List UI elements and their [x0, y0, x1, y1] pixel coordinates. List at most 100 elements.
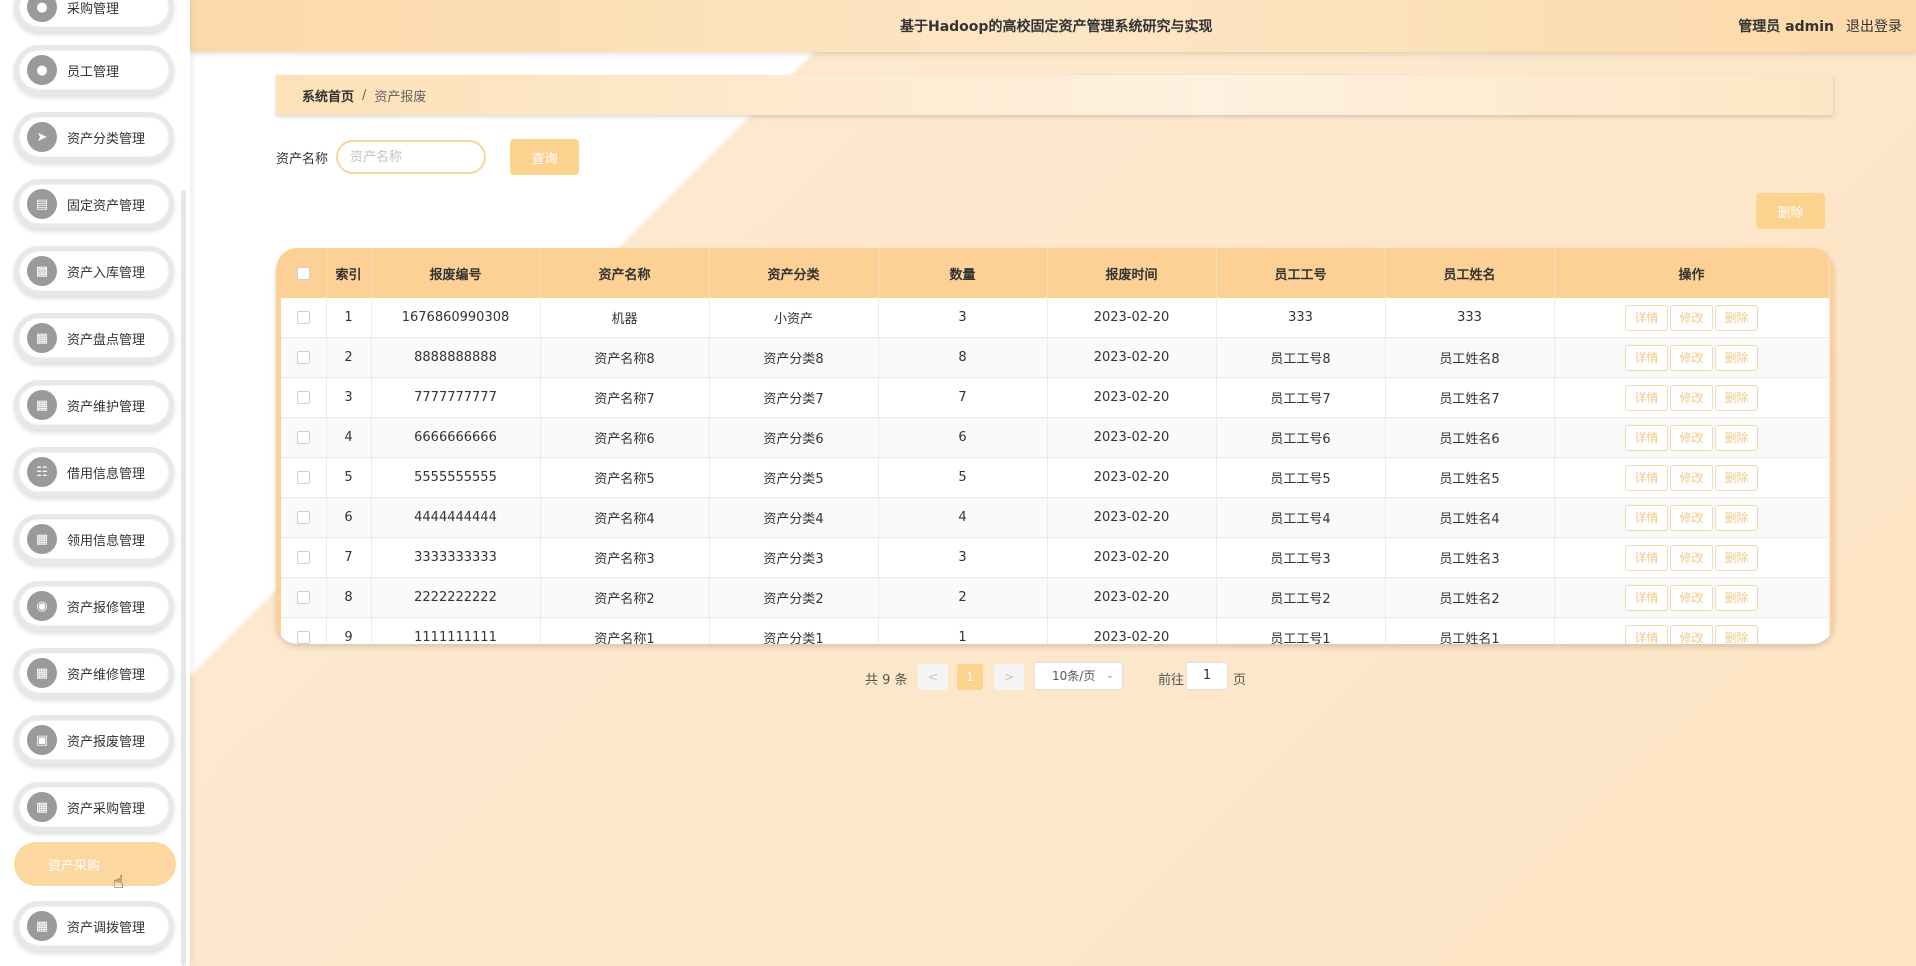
- sidebar-item[interactable]: ▩ 资产入库管理: [14, 246, 174, 296]
- sidebar-item[interactable]: ▦ 资产维护管理: [14, 380, 174, 430]
- table-cell: 资产名称7: [540, 377, 710, 418]
- sidebar-item[interactable]: ▦ 资产调拨管理: [14, 901, 174, 951]
- row-checkbox[interactable]: [296, 591, 310, 604]
- sidebar-scrollbar[interactable]: [181, 190, 186, 966]
- column-header: 员工工号: [1216, 248, 1386, 298]
- sidebar-item-label: 资产报废管理: [67, 734, 146, 750]
- breadcrumb: 系统首页 / 资产报废: [276, 75, 1833, 115]
- sidebar-item[interactable]: ◉ 资产报修管理: [14, 581, 174, 631]
- edit-button[interactable]: 修改: [1670, 544, 1713, 571]
- row-checkbox[interactable]: [296, 631, 310, 644]
- delete-button[interactable]: 删除: [1715, 624, 1758, 644]
- table-cell: 员工姓名7: [1385, 377, 1555, 418]
- sidebar-item[interactable]: ▦ 资产采购管理: [14, 782, 174, 832]
- table-cell: 1: [326, 298, 372, 338]
- query-button[interactable]: 查询: [510, 139, 579, 175]
- grid-icon: ▦: [27, 524, 57, 554]
- book-icon: ▣: [27, 725, 57, 755]
- pagination-next-button[interactable]: >: [994, 664, 1024, 690]
- sidebar-item[interactable]: ● 采购管理: [14, 0, 174, 32]
- breadcrumb-current: 资产报废: [374, 89, 427, 105]
- edit-button[interactable]: 修改: [1670, 624, 1713, 644]
- delete-button[interactable]: 删除: [1715, 344, 1758, 371]
- logout-link[interactable]: 退出登录: [1846, 16, 1902, 36]
- row-checkbox[interactable]: [296, 391, 310, 404]
- detail-button[interactable]: 详情: [1625, 464, 1668, 491]
- table-cell: 7: [878, 377, 1048, 418]
- row-checkbox[interactable]: [296, 551, 310, 564]
- pagination-jump-input[interactable]: 1: [1186, 662, 1228, 690]
- table-cell: 3333333333: [371, 537, 541, 578]
- delete-button[interactable]: 删除: [1715, 584, 1758, 611]
- batch-delete-button[interactable]: 删除: [1756, 193, 1825, 229]
- sidebar-item[interactable]: ▦ 领用信息管理: [14, 514, 174, 564]
- row-select-cell: [281, 537, 327, 578]
- sidebar-item-label: 员工管理: [67, 64, 120, 80]
- breadcrumb-home[interactable]: 系统首页: [302, 86, 354, 105]
- table-cell: 333: [1385, 298, 1555, 338]
- select-all-checkbox[interactable]: [296, 266, 310, 280]
- sidebar-item[interactable]: ▣ 资产报废管理: [14, 715, 174, 765]
- row-checkbox[interactable]: [296, 431, 310, 444]
- edit-button[interactable]: 修改: [1670, 584, 1713, 611]
- delete-button[interactable]: 删除: [1715, 304, 1758, 331]
- delete-button[interactable]: 删除: [1715, 424, 1758, 451]
- pagination-prev-button[interactable]: <: [918, 664, 948, 690]
- table-cell: 1676860990308: [371, 298, 541, 338]
- table-cell: 员工姓名4: [1385, 497, 1555, 538]
- grid-icon: ▦: [27, 323, 57, 353]
- sidebar-item[interactable]: ▦ 资产盘点管理: [14, 313, 174, 363]
- table-cell: 2023-02-20: [1047, 617, 1217, 644]
- row-checkbox[interactable]: [296, 471, 310, 484]
- sidebar-item-label: 资产调拨管理: [67, 920, 146, 936]
- detail-button[interactable]: 详情: [1625, 624, 1668, 644]
- sidebar-item[interactable]: ▦ 资产维修管理: [14, 648, 174, 698]
- detail-button[interactable]: 详情: [1625, 424, 1668, 451]
- edit-button[interactable]: 修改: [1670, 304, 1713, 331]
- edit-button[interactable]: 修改: [1670, 464, 1713, 491]
- edit-button[interactable]: 修改: [1670, 504, 1713, 531]
- delete-button[interactable]: 删除: [1715, 464, 1758, 491]
- detail-button[interactable]: 详情: [1625, 544, 1668, 571]
- sidebar-subitem-active[interactable]: 资产采购: [14, 842, 176, 886]
- detail-button[interactable]: 详情: [1625, 304, 1668, 331]
- edit-button[interactable]: 修改: [1670, 424, 1713, 451]
- delete-button[interactable]: 删除: [1715, 504, 1758, 531]
- table-cell: 资产分类8: [709, 337, 879, 378]
- detail-button[interactable]: 详情: [1625, 504, 1668, 531]
- table-cell: 机器: [540, 298, 710, 338]
- detail-button[interactable]: 详情: [1625, 584, 1668, 611]
- row-select-cell: [281, 457, 327, 498]
- sidebar-item[interactable]: ▤ 固定资产管理: [14, 179, 174, 229]
- table-cell: 2023-02-20: [1047, 537, 1217, 578]
- table-cell: 资产分类1: [709, 617, 879, 644]
- table-cell: 7: [326, 537, 372, 578]
- edit-button[interactable]: 修改: [1670, 384, 1713, 411]
- sidebar-item[interactable]: ☷ 借用信息管理: [14, 447, 174, 497]
- table-cell: 4: [878, 497, 1048, 538]
- sidebar-item[interactable]: ● 员工管理: [14, 45, 174, 95]
- table-cell: 资产名称1: [540, 617, 710, 644]
- column-header: 操作: [1554, 248, 1830, 298]
- edit-button[interactable]: 修改: [1670, 344, 1713, 371]
- table-cell: 员工工号1: [1216, 617, 1386, 644]
- table-row: 3 7777777777 资产名称7 资产分类7 7 2023-02-20 员工工号7 员工姓…: [281, 377, 1830, 418]
- sidebar-item[interactable]: ➤ 资产分类管理: [14, 112, 174, 162]
- pagination-page-1[interactable]: 1: [957, 664, 983, 690]
- bulb-icon: ◉: [27, 591, 57, 621]
- row-checkbox[interactable]: [296, 351, 310, 364]
- delete-button[interactable]: 删除: [1715, 384, 1758, 411]
- row-checkbox[interactable]: [296, 311, 310, 324]
- detail-button[interactable]: 详情: [1625, 344, 1668, 371]
- table-row: 2 8888888888 资产名称8 资产分类8 8 2023-02-20 员工工号8 员工姓…: [281, 337, 1830, 378]
- list-grid-icon: ☷: [27, 457, 57, 487]
- search-input[interactable]: [336, 140, 486, 174]
- row-checkbox[interactable]: [296, 511, 310, 524]
- row-select-cell: [281, 617, 327, 644]
- table-cell: 2: [326, 337, 372, 378]
- page-size-select[interactable]: 10条/页 ⌄: [1034, 662, 1123, 690]
- table-cell: 1111111111: [371, 617, 541, 644]
- delete-button[interactable]: 删除: [1715, 544, 1758, 571]
- table-cell: 员工姓名6: [1385, 417, 1555, 458]
- detail-button[interactable]: 详情: [1625, 384, 1668, 411]
